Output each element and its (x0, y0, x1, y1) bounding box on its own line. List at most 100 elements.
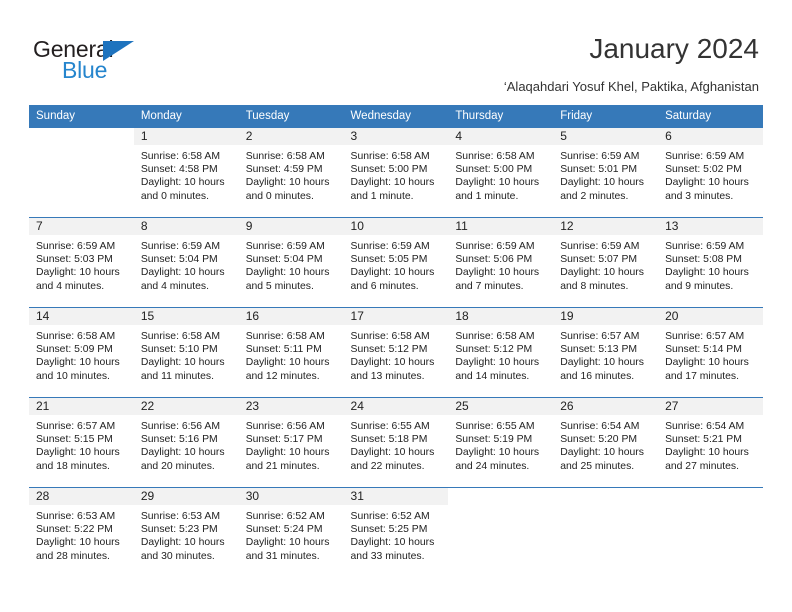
calendar-cell: 16 Sunrise: 6:58 AM Sunset: 5:11 PM Dayligh… (238, 307, 344, 397)
day-sun-info: Sunrise: 6:54 AM Sunset: 5:21 PM Daylight:… (658, 415, 763, 473)
calendar-day-cell[interactable]: 28 Sunrise: 6:53 AM Sunset: 5:22 PM Dayligh… (29, 487, 134, 577)
daylight-text-line2: and 6 minutes. (350, 280, 419, 292)
daylight-text-line1: Daylight: 10 hours (36, 537, 120, 549)
sunset-text: Sunset: 5:15 PM (36, 434, 113, 446)
general-blue-logo[interactable]: General Blue (33, 36, 213, 88)
day-sun-info: Sunrise: 6:59 AM Sunset: 5:05 PM Daylight:… (344, 235, 449, 293)
day-sun-info: Sunrise: 6:58 AM Sunset: 5:12 PM Daylight:… (448, 325, 553, 383)
calendar-cell: 15 Sunrise: 6:58 AM Sunset: 5:10 PM Dayligh… (133, 307, 239, 397)
daylight-text-line2: and 30 minutes. (140, 550, 215, 562)
calendar-day-cell[interactable]: 10 Sunrise: 6:59 AM Sunset: 5:05 PM Dayligh… (343, 217, 449, 307)
sunrise-text: Sunrise: 6:59 AM (560, 241, 640, 252)
day-sun-info: Sunrise: 6:57 AM Sunset: 5:14 PM Daylight:… (658, 325, 763, 383)
calendar-cell: 23 Sunrise: 6:56 AM Sunset: 5:17 PM Dayligh… (238, 397, 344, 487)
calendar-day-cell[interactable]: 9 Sunrise: 6:59 AM Sunset: 5:04 PM Daylight… (238, 217, 344, 307)
calendar-week-row: 7 Sunrise: 6:59 AM Sunset: 5:03 PM Daylight… (29, 217, 763, 307)
calendar-day-cell[interactable]: 21 Sunrise: 6:57 AM Sunset: 5:15 PM Dayligh… (29, 397, 134, 487)
calendar-day-cell[interactable]: 2 Sunrise: 6:58 AM Sunset: 4:59 PM Daylight… (238, 127, 344, 217)
sunset-text: Sunset: 5:09 PM (36, 344, 113, 356)
calendar-day-cell[interactable]: 24 Sunrise: 6:55 AM Sunset: 5:18 PM Dayligh… (343, 397, 449, 487)
calendar-day-cell[interactable]: 25 Sunrise: 6:55 AM Sunset: 5:19 PM Dayligh… (448, 397, 554, 487)
sunrise-text: Sunrise: 6:58 AM (455, 331, 535, 342)
calendar-day-cell[interactable]: 3 Sunrise: 6:58 AM Sunset: 5:00 PM Daylight… (343, 127, 449, 217)
calendar-day-cell[interactable]: 26 Sunrise: 6:54 AM Sunset: 5:20 PM Dayligh… (553, 397, 659, 487)
calendar-cell: 6 Sunrise: 6:59 AM Sunset: 5:02 PM Daylight… (658, 127, 763, 217)
calendar-day-cell[interactable]: 31 Sunrise: 6:52 AM Sunset: 5:25 PM Dayligh… (343, 487, 449, 577)
calendar-day-cell[interactable]: 11 Sunrise: 6:59 AM Sunset: 5:06 PM Dayligh… (448, 217, 554, 307)
sunrise-text: Sunrise: 6:59 AM (665, 241, 745, 252)
calendar-day-cell[interactable]: 13 Sunrise: 6:59 AM Sunset: 5:08 PM Dayligh… (658, 217, 763, 307)
calendar-day-cell[interactable]: 4 Sunrise: 6:58 AM Sunset: 5:00 PM Daylight… (448, 127, 554, 217)
calendar-cell: 2 Sunrise: 6:58 AM Sunset: 4:59 PM Daylight… (238, 127, 344, 217)
calendar-cell: 17 Sunrise: 6:58 AM Sunset: 5:12 PM Dayligh… (343, 307, 449, 397)
day-sun-info: Sunrise: 6:58 AM Sunset: 4:59 PM Daylight:… (239, 145, 344, 203)
daylight-text-line1: Daylight: 10 hours (665, 357, 749, 369)
calendar-cell: 26 Sunrise: 6:54 AM Sunset: 5:20 PM Dayligh… (553, 397, 659, 487)
calendar-day-cell[interactable]: 20 Sunrise: 6:57 AM Sunset: 5:14 PM Dayligh… (658, 307, 763, 397)
daylight-text-line2: and 5 minutes. (245, 280, 314, 292)
calendar-day-cell[interactable]: 23 Sunrise: 6:56 AM Sunset: 5:17 PM Dayligh… (238, 397, 344, 487)
daylight-text-line1: Daylight: 10 hours (140, 267, 225, 279)
sunrise-text: Sunrise: 6:53 AM (140, 511, 220, 522)
daylight-text-line1: Daylight: 10 hours (455, 267, 540, 279)
day-sun-info: Sunrise: 6:59 AM Sunset: 5:06 PM Daylight:… (448, 235, 553, 293)
page-subtitle-location: ‘Alaqahdari Yosuf Khel, Paktika, Afghani… (503, 79, 759, 94)
day-number: 5 (553, 128, 659, 145)
calendar-day-cell[interactable]: 30 Sunrise: 6:52 AM Sunset: 5:24 PM Dayligh… (238, 487, 344, 577)
day-number: 19 (553, 308, 659, 325)
daylight-text-line2: and 4 minutes. (36, 280, 105, 292)
day-sun-info: Sunrise: 6:58 AM Sunset: 5:09 PM Daylight:… (29, 325, 134, 383)
daylight-text-line2: and 4 minutes. (140, 280, 210, 292)
sunset-text: Sunset: 5:04 PM (140, 254, 218, 266)
day-sun-info: Sunrise: 6:59 AM Sunset: 5:08 PM Daylight:… (658, 235, 763, 293)
calendar-cell: 21 Sunrise: 6:57 AM Sunset: 5:15 PM Dayligh… (29, 397, 134, 487)
calendar-day-cell[interactable]: 17 Sunrise: 6:58 AM Sunset: 5:12 PM Dayligh… (343, 307, 449, 397)
daylight-text-line2: and 17 minutes. (665, 370, 739, 382)
daylight-text-line2: and 22 minutes. (350, 460, 425, 472)
calendar-day-cell[interactable]: 14 Sunrise: 6:58 AM Sunset: 5:09 PM Dayligh… (29, 307, 134, 397)
daylight-text-line1: Daylight: 10 hours (350, 447, 435, 459)
day-sun-info: Sunrise: 6:54 AM Sunset: 5:20 PM Daylight:… (553, 415, 658, 473)
calendar-day-cell[interactable]: 18 Sunrise: 6:58 AM Sunset: 5:12 PM Dayligh… (448, 307, 554, 397)
daylight-text-line2: and 25 minutes. (560, 460, 635, 472)
day-number: 24 (343, 398, 449, 415)
calendar-day-cell[interactable]: 1 Sunrise: 6:58 AM Sunset: 4:58 PM Daylight… (133, 127, 239, 217)
calendar-day-cell[interactable]: 7 Sunrise: 6:59 AM Sunset: 5:03 PM Daylight… (29, 217, 134, 307)
sunset-text: Sunset: 5:19 PM (455, 434, 533, 446)
calendar-cell: 5 Sunrise: 6:59 AM Sunset: 5:01 PM Daylight… (553, 127, 659, 217)
day-number (448, 488, 554, 505)
calendar-day-cell[interactable]: 12 Sunrise: 6:59 AM Sunset: 5:07 PM Dayligh… (553, 217, 659, 307)
daylight-text-line1: Daylight: 10 hours (36, 267, 120, 279)
calendar-day-cell[interactable]: 22 Sunrise: 6:56 AM Sunset: 5:16 PM Dayligh… (133, 397, 239, 487)
sunrise-text: Sunrise: 6:57 AM (36, 421, 116, 432)
calendar-day-cell[interactable]: 15 Sunrise: 6:58 AM Sunset: 5:10 PM Dayligh… (133, 307, 239, 397)
sunrise-text: Sunrise: 6:56 AM (245, 421, 325, 432)
sunset-text: Sunset: 5:21 PM (665, 434, 742, 446)
calendar-cell: 28 Sunrise: 6:53 AM Sunset: 5:22 PM Dayligh… (29, 487, 134, 577)
day-number: 20 (658, 308, 763, 325)
calendar-day-cell[interactable]: 5 Sunrise: 6:59 AM Sunset: 5:01 PM Daylight… (553, 127, 659, 217)
calendar-week-row: 14 Sunrise: 6:58 AM Sunset: 5:09 PM Dayligh… (29, 307, 763, 397)
calendar-day-cell[interactable]: 29 Sunrise: 6:53 AM Sunset: 5:23 PM Dayligh… (133, 487, 239, 577)
day-number: 16 (238, 308, 344, 325)
day-sun-info: Sunrise: 6:56 AM Sunset: 5:17 PM Daylight:… (239, 415, 344, 473)
sunrise-text: Sunrise: 6:58 AM (350, 331, 430, 342)
sunset-text: Sunset: 5:12 PM (350, 344, 428, 356)
calendar-day-cell[interactable]: 8 Sunrise: 6:59 AM Sunset: 5:04 PM Daylight… (133, 217, 239, 307)
calendar-day-cell[interactable]: 16 Sunrise: 6:58 AM Sunset: 5:11 PM Dayligh… (238, 307, 344, 397)
calendar-cell: 25 Sunrise: 6:55 AM Sunset: 5:19 PM Dayligh… (448, 397, 554, 487)
sunset-text: Sunset: 5:18 PM (350, 434, 428, 446)
calendar-cell-empty (658, 487, 763, 577)
calendar-cell: 3 Sunrise: 6:58 AM Sunset: 5:00 PM Daylight… (343, 127, 449, 217)
daylight-text-line1: Daylight: 10 hours (560, 267, 644, 279)
daylight-text-line2: and 33 minutes. (350, 550, 425, 562)
day-number: 21 (29, 398, 134, 415)
calendar-day-cell[interactable]: 6 Sunrise: 6:59 AM Sunset: 5:02 PM Daylight… (658, 127, 763, 217)
sunrise-text: Sunrise: 6:58 AM (140, 151, 220, 162)
calendar-day-cell[interactable]: 19 Sunrise: 6:57 AM Sunset: 5:13 PM Dayligh… (553, 307, 659, 397)
day-number: 7 (29, 218, 134, 235)
daylight-text-line1: Daylight: 10 hours (140, 357, 225, 369)
calendar-day-cell[interactable]: 27 Sunrise: 6:54 AM Sunset: 5:21 PM Dayligh… (658, 397, 763, 487)
daylight-text-line1: Daylight: 10 hours (665, 267, 749, 279)
sunrise-text: Sunrise: 6:54 AM (665, 421, 745, 432)
